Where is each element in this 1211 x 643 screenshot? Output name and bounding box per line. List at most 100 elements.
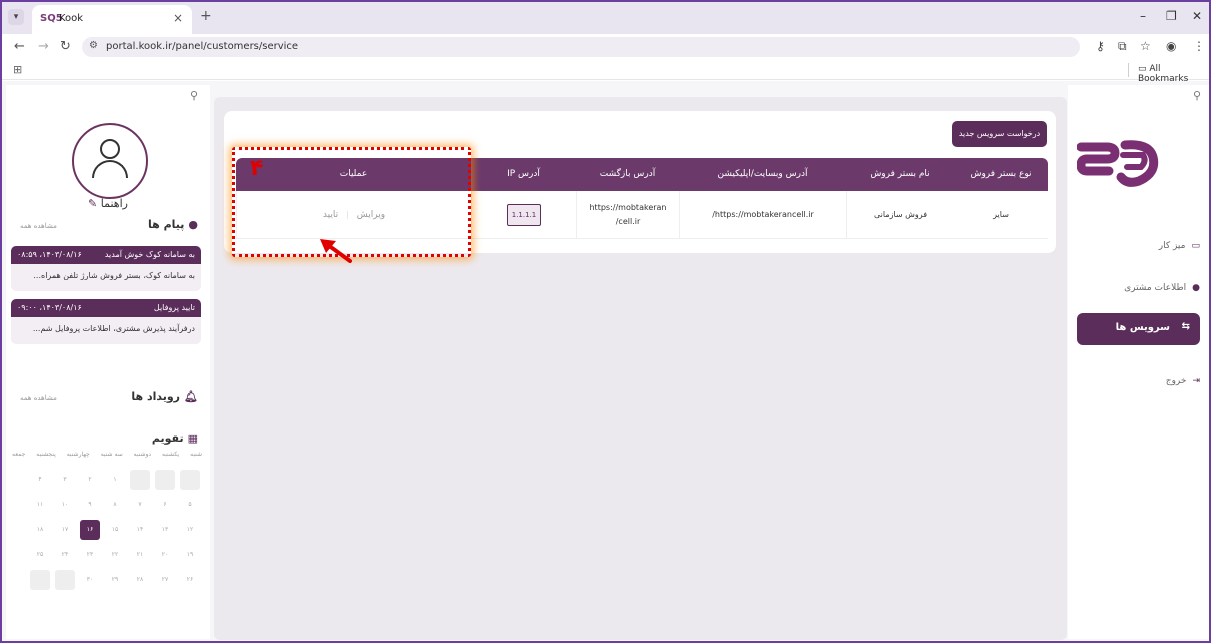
avatar-head-icon (100, 139, 120, 159)
messages-see-all-link[interactable]: مشاهده همه (20, 222, 57, 230)
user-edit-icon: ✎ (88, 197, 98, 210)
chat-icon: ● (188, 218, 198, 231)
message-title: تایید پروفایل (153, 303, 195, 312)
cell-name: فروش سازمانی (846, 191, 954, 239)
avatar[interactable] (72, 123, 148, 199)
calendar-grid: ۱ ۲ ۳ ۴ ۵ ۶ ۷ ۸ ۹ ۱۰ ۱۱ ۱۲ ۱۳ ۱۴ ۱۵ ۱۶ ۱۷ ۱۸ ۱۹ ۲۰ ۲۱ ۲۲ ۲۳ ۲۴ ۲… (20, 470, 200, 590)
calendar-day[interactable]: ۳ (55, 470, 75, 490)
minimize-icon[interactable]: – (1140, 9, 1146, 23)
calendar-day[interactable]: ۸ (105, 495, 125, 515)
calendar-day-name: سه شنبه (100, 451, 123, 458)
calendar-day[interactable]: ۶ (155, 495, 175, 515)
calendar-day[interactable]: ۲۷ (155, 570, 175, 590)
tab-title: Kook (59, 13, 84, 24)
calendar-day[interactable]: ۱۲ (180, 520, 200, 540)
callback-line-2: /cell.ir (615, 217, 641, 226)
message-card[interactable]: تایید پروفایل ۱۴۰۳/۰۸/۱۶، ۰۹:۰۰ درفرآیند … (11, 299, 201, 344)
apps-grid-icon[interactable]: ⊞ (13, 63, 22, 76)
tab-search-icon[interactable]: ▾ (8, 9, 24, 25)
calendar-day[interactable]: ۱۶ (80, 520, 100, 540)
site-info-icon[interactable]: ⚙ (89, 40, 98, 51)
calendar-day[interactable]: ۱۷ (55, 520, 75, 540)
message-time: ۱۴۰۳/۰۸/۱۶، ۰۸:۵۹ (17, 250, 82, 259)
sidebar-item-label: اطلاعات مشتری (1124, 283, 1187, 293)
calendar-day[interactable]: ۱۰ (55, 495, 75, 515)
sidebar-item-logout[interactable]: ⇥ خروج (1130, 376, 1200, 386)
calendar-day[interactable]: ۱ (105, 470, 125, 490)
username[interactable]: ✎ راهنما (46, 197, 170, 210)
reload-icon[interactable]: ↻ (60, 39, 71, 54)
message-title: به سامانه کوک خوش آمدید (104, 250, 195, 259)
calendar-day[interactable]: ۲۰ (155, 545, 175, 565)
calendar-day[interactable]: ۳۰ (80, 570, 100, 590)
calendar-day[interactable]: ۱۹ (180, 545, 200, 565)
browser-tab-bar: ▾ SQ5 Kook × + – ❐ ✕ (0, 0, 1211, 34)
sidebar-item-label: سرویس ها (1115, 322, 1170, 333)
url-text[interactable]: portal.kook.ir/panel/customers/service (106, 41, 298, 52)
back-icon[interactable]: ← (14, 39, 25, 54)
kook-logo (1077, 140, 1159, 187)
logout-icon: ⇥ (1192, 376, 1200, 386)
calendar-day[interactable]: ۱۵ (105, 520, 125, 540)
tab-close-icon[interactable]: × (173, 11, 183, 25)
calendar-day[interactable]: ۲۵ (30, 545, 50, 565)
pin-icon[interactable]: ⚲ (190, 89, 198, 102)
calendar-day[interactable]: ۵ (180, 495, 200, 515)
calendar-day (30, 570, 50, 590)
calendar-day-name: دوشنبه (133, 451, 152, 458)
calendar-day-name: یکشنبه (162, 451, 180, 458)
calendar-day[interactable]: ۲۱ (130, 545, 150, 565)
calendar-day[interactable]: ۱۱ (30, 495, 50, 515)
install-app-icon[interactable]: ⧉ (1118, 39, 1127, 54)
user-icon: ● (1192, 283, 1200, 293)
calendar-day-name: جمعه (12, 451, 26, 458)
cell-website: /https://mobtakerancell.ir (679, 191, 846, 239)
new-tab-icon[interactable]: + (200, 8, 212, 24)
window-close-icon[interactable]: ✕ (1192, 9, 1202, 23)
sidebar-item-customer-info[interactable]: ● اطلاعات مشتری (1110, 283, 1200, 293)
calendar-day[interactable]: ۲۹ (105, 570, 125, 590)
cell-ip: 1.1.1.1 (471, 191, 576, 239)
calendar-day[interactable]: ۲۶ (180, 570, 200, 590)
calendar-day[interactable]: ۱۸ (30, 520, 50, 540)
bookmark-separator (1128, 63, 1129, 77)
calendar-day[interactable]: ۲۴ (55, 545, 75, 565)
address-bar-row: ← → ↻ ⚙ portal.kook.ir/panel/customers/s… (0, 34, 1211, 60)
events-see-all-link[interactable]: مشاهده همه (20, 394, 57, 402)
browser-menu-icon[interactable]: ⋮ (1193, 39, 1205, 53)
sidebar-item-label: خروج (1165, 376, 1187, 386)
message-card[interactable]: به سامانه کوک خوش آمدید ۱۴۰۳/۰۸/۱۶، ۰۸:۵۹… (11, 246, 201, 291)
bell-icon: 🔔︎ (184, 390, 198, 403)
calendar-day[interactable]: ۱۳ (155, 520, 175, 540)
bookmark-star-icon[interactable]: ☆ (1140, 39, 1151, 53)
annotation-step-number: ۴ (250, 156, 264, 181)
calendar-day[interactable]: ۷ (130, 495, 150, 515)
ip-badge: 1.1.1.1 (506, 204, 542, 226)
password-key-icon[interactable]: ⚷ (1096, 39, 1105, 53)
restore-icon[interactable]: ❐ (1166, 9, 1177, 23)
calendar-day[interactable]: ۲۳ (80, 545, 100, 565)
calendar-day[interactable]: ۲۸ (130, 570, 150, 590)
calendar-day[interactable]: ۹ (80, 495, 100, 515)
sidebar-pin-icon[interactable]: ⚲ (1193, 89, 1201, 102)
calendar-day (55, 570, 75, 590)
calendar-day[interactable]: ۴ (30, 470, 50, 490)
bookmarks-bar: ⊞ ▭ All Bookmarks (0, 60, 1211, 84)
sidebar-item-services[interactable]: ⇆ سرویس ها (1077, 313, 1200, 345)
calendar-icon: ▦ (187, 432, 198, 445)
calendar-day[interactable]: ۲۲ (105, 545, 125, 565)
sidebar-item-desk[interactable]: ▭ میز کار (1120, 241, 1200, 251)
desk-icon: ▭ (1191, 241, 1200, 251)
url-field[interactable]: ⚙ portal.kook.ir/panel/customers/service (82, 37, 1080, 57)
forward-icon[interactable]: → (38, 39, 49, 54)
calendar-day-name: چهارشنبه (66, 451, 90, 458)
events-title: 🔔︎رویداد ها (131, 390, 198, 403)
calendar-day[interactable]: ۲ (80, 470, 100, 490)
browser-tab[interactable]: SQ5 Kook × (32, 5, 192, 34)
profile-icon[interactable]: ◉ (1166, 39, 1176, 53)
new-service-request-button[interactable]: درخواست سرویس جدید (952, 121, 1047, 147)
calendar-day-names: شنبه یکشنبه دوشنبه سه شنبه چهارشنبه پنجشنبه جم… (12, 451, 202, 458)
annotation-arrow-icon (320, 239, 352, 263)
calendar-day[interactable]: ۱۴ (130, 520, 150, 540)
calendar-day-name: پنجشنبه (36, 451, 56, 458)
